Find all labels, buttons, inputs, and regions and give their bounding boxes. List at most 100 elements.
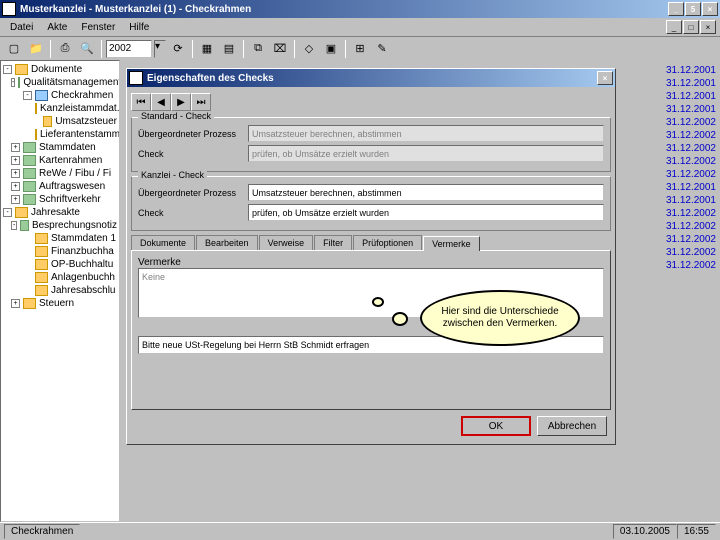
open-icon[interactable]: 📁 bbox=[26, 39, 46, 59]
minimize-button[interactable]: _ bbox=[668, 2, 684, 16]
tree-item[interactable]: Lieferantenstamm bbox=[35, 128, 117, 141]
tree-item[interactable]: - Besprechungsnotiz bbox=[11, 219, 117, 232]
tree-label: Qualitätsmanagement bbox=[23, 77, 120, 88]
tree-toggle-icon[interactable]: + bbox=[11, 299, 20, 308]
tree-item[interactable]: +ReWe / Fibu / Fi bbox=[11, 167, 117, 180]
folder-icon bbox=[23, 194, 36, 205]
tree-toggle-icon[interactable]: - bbox=[11, 78, 15, 87]
menu-hilfe[interactable]: Hilfe bbox=[123, 20, 155, 35]
tab-filter[interactable]: Filter bbox=[314, 235, 352, 250]
tb-d-icon[interactable]: ⌧ bbox=[270, 39, 290, 59]
last-icon[interactable]: ⏭ bbox=[191, 93, 211, 111]
date-value: 31.12.2002 bbox=[646, 207, 716, 220]
date-value: 31.12.2001 bbox=[646, 103, 716, 116]
mdi-maximize-button[interactable]: □ bbox=[683, 20, 699, 34]
prev-icon[interactable]: ◀ bbox=[151, 93, 171, 111]
refresh-icon[interactable]: ⟳ bbox=[168, 39, 188, 59]
tab-bearbeiten[interactable]: Bearbeiten bbox=[196, 235, 258, 250]
tree-label: Dokumente bbox=[31, 64, 82, 75]
tab-pruefoptionen[interactable]: Prüfoptionen bbox=[353, 235, 422, 250]
dialog-close-button[interactable]: × bbox=[597, 71, 613, 85]
tree-label: Stammdaten 1 bbox=[51, 233, 116, 244]
tree-item[interactable]: + Auftragswesen bbox=[11, 180, 117, 193]
tab-dokumente[interactable]: Dokumente bbox=[131, 235, 195, 250]
tree-item[interactable]: Umsatzsteuer bbox=[35, 115, 117, 128]
first-icon[interactable]: ⏮ bbox=[131, 93, 151, 111]
tree-toggle-icon[interactable]: + bbox=[11, 143, 20, 152]
tree-item[interactable]: Stammdaten 1 bbox=[23, 232, 117, 245]
dialog-titlebar[interactable]: Eigenschaften des Checks × bbox=[127, 69, 615, 87]
tree-label: Kartenrahmen bbox=[39, 155, 102, 166]
vermerke-label: Vermerke bbox=[138, 257, 604, 268]
tree-item[interactable]: + Schriftverkehr bbox=[11, 193, 117, 206]
mdi-close-button[interactable]: × bbox=[700, 20, 716, 34]
tree-item[interactable]: +Stammdaten bbox=[11, 141, 117, 154]
date-value: 31.12.2002 bbox=[646, 233, 716, 246]
tree-item[interactable]: Finanzbuchha bbox=[23, 245, 117, 258]
tree-toggle-icon[interactable]: - bbox=[23, 91, 32, 100]
tree-item[interactable]: OP-Buchhaltu bbox=[23, 258, 117, 271]
tree-item[interactable]: -Checkrahmen bbox=[23, 89, 117, 102]
tree-toggle-icon[interactable]: + bbox=[11, 156, 20, 165]
tree-toggle-icon[interactable]: + bbox=[11, 169, 20, 178]
tree-item[interactable]: Anlagenbuchh bbox=[23, 271, 117, 284]
tree-toggle-icon[interactable]: - bbox=[3, 65, 12, 74]
tree-item[interactable]: Kanzleistammdat. bbox=[35, 102, 117, 115]
annotation-callout: Hier sind die Unterschiede zwischen den … bbox=[420, 290, 580, 370]
parent-process-input[interactable] bbox=[248, 184, 604, 201]
app-titlebar: Musterkanzlei - Musterkanzlei (1) - Chec… bbox=[0, 0, 720, 18]
dates-column: 31.12.200131.12.200131.12.200131.12.2001… bbox=[646, 64, 716, 272]
next-icon[interactable]: ▶ bbox=[171, 93, 191, 111]
tree-item[interactable]: - Jahresakte bbox=[3, 206, 117, 219]
tree-item[interactable]: Jahresabschlu bbox=[23, 284, 117, 297]
tree-label: Schriftverkehr bbox=[39, 194, 101, 205]
print-icon[interactable]: ⎙ bbox=[55, 39, 75, 59]
status-date: 03.10.2005 bbox=[613, 524, 677, 539]
tb-h-icon[interactable]: ✎ bbox=[372, 39, 392, 59]
check-input[interactable] bbox=[248, 204, 604, 221]
menu-datei[interactable]: Datei bbox=[4, 20, 39, 35]
maximize-button[interactable]: 5 bbox=[685, 2, 701, 16]
year-input[interactable] bbox=[106, 40, 152, 58]
folder-icon bbox=[35, 259, 48, 270]
folder-icon bbox=[35, 285, 48, 296]
menubar: Datei Akte Fenster Hilfe _ □ × bbox=[0, 18, 720, 36]
status-time: 16:55 bbox=[677, 524, 716, 539]
tree-toggle-icon[interactable]: - bbox=[3, 208, 12, 217]
menu-akte[interactable]: Akte bbox=[41, 20, 73, 35]
tree-label: Jahresakte bbox=[31, 207, 80, 218]
folder-icon bbox=[35, 272, 48, 283]
tab-verweise[interactable]: Verweise bbox=[259, 235, 314, 250]
folder-icon bbox=[23, 155, 36, 166]
properties-dialog: Eigenschaften des Checks × ⏮ ◀ ▶ ⏭ Stand… bbox=[126, 68, 616, 445]
tab-vermerke[interactable]: Vermerke bbox=[423, 236, 480, 251]
mdi-minimize-button[interactable]: _ bbox=[666, 20, 682, 34]
tree-label: Anlagenbuchh bbox=[51, 272, 115, 283]
tb-b-icon[interactable]: ▤ bbox=[219, 39, 239, 59]
cancel-button[interactable]: Abbrechen bbox=[537, 416, 607, 436]
tree-label: Auftragswesen bbox=[39, 181, 105, 192]
tb-f-icon[interactable]: ▣ bbox=[321, 39, 341, 59]
group-label: Kanzlei - Check bbox=[138, 170, 207, 180]
tb-e-icon[interactable]: ◇ bbox=[299, 39, 319, 59]
close-button[interactable]: × bbox=[702, 2, 718, 16]
year-dropdown[interactable]: ▾ bbox=[154, 40, 166, 58]
new-icon[interactable]: ▢ bbox=[4, 39, 24, 59]
ok-button[interactable]: OK bbox=[461, 416, 531, 436]
tree-item[interactable]: +Steuern bbox=[11, 297, 117, 310]
tree-label: Besprechungsnotiz bbox=[32, 220, 117, 231]
menu-fenster[interactable]: Fenster bbox=[75, 20, 121, 35]
tree-toggle-icon[interactable]: + bbox=[11, 195, 20, 204]
tb-g-icon[interactable]: ⊞ bbox=[350, 39, 370, 59]
preview-icon[interactable]: 🔍 bbox=[77, 39, 97, 59]
tree-root[interactable]: - Dokumente bbox=[3, 63, 117, 76]
tb-a-icon[interactable]: ▦ bbox=[197, 39, 217, 59]
status-left: Checkrahmen bbox=[4, 524, 80, 539]
field-label: Übergeordneter Prozess bbox=[138, 188, 248, 198]
tree-item[interactable]: + Kartenrahmen bbox=[11, 154, 117, 167]
tree-toggle-icon[interactable]: - bbox=[11, 221, 17, 230]
tree-toggle-icon[interactable]: + bbox=[11, 182, 20, 191]
folder-icon bbox=[35, 90, 48, 101]
tb-c-icon[interactable]: ⧉ bbox=[248, 39, 268, 59]
tree-item[interactable]: -Qualitätsmanagement bbox=[11, 76, 117, 89]
